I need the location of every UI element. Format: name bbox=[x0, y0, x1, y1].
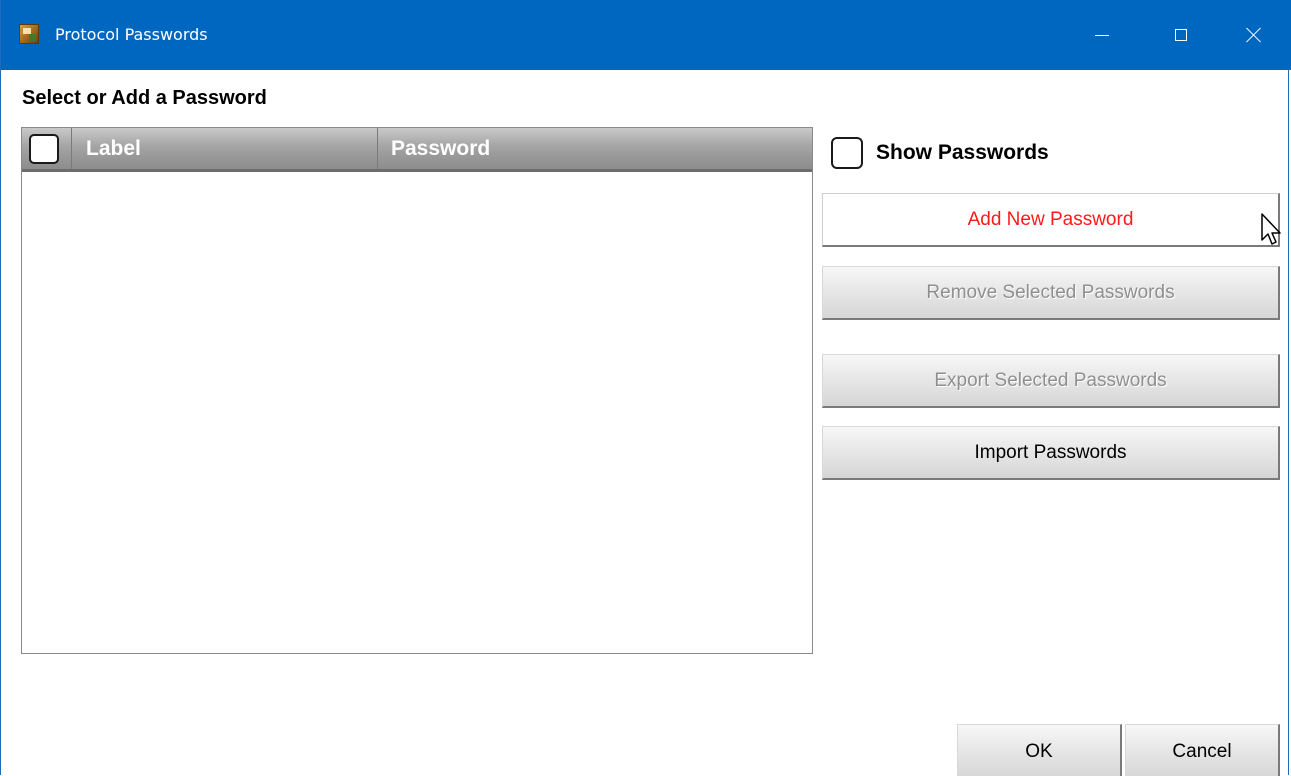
window-title: Protocol Passwords bbox=[55, 25, 208, 44]
column-header-password-text: Password bbox=[391, 137, 491, 160]
minimize-icon bbox=[1095, 34, 1109, 36]
password-table[interactable]: Label Password bbox=[21, 127, 813, 654]
maximize-icon bbox=[1175, 29, 1187, 41]
column-header-password[interactable]: Password bbox=[378, 128, 812, 169]
show-passwords-label: Show Passwords bbox=[876, 141, 1049, 164]
section-title: Select or Add a Password bbox=[22, 87, 267, 109]
mouse-cursor-icon bbox=[1261, 213, 1281, 245]
import-passwords-button[interactable]: Import Passwords bbox=[822, 426, 1280, 480]
export-selected-passwords-button[interactable]: Export Selected Passwords bbox=[822, 354, 1280, 408]
table-header: Label Password bbox=[22, 128, 812, 172]
show-passwords-checkbox[interactable] bbox=[831, 137, 863, 169]
app-icon bbox=[19, 24, 39, 44]
close-icon bbox=[1246, 27, 1262, 43]
minimize-button[interactable] bbox=[1067, 0, 1137, 70]
remove-selected-passwords-button[interactable]: Remove Selected Passwords bbox=[822, 266, 1280, 320]
column-header-label-text: Label bbox=[86, 137, 141, 160]
ok-button[interactable]: OK bbox=[957, 724, 1122, 776]
protocol-passwords-window: Protocol Passwords Select or Add a Passw… bbox=[0, 0, 1291, 776]
select-all-checkbox[interactable] bbox=[29, 134, 59, 164]
cancel-button[interactable]: Cancel bbox=[1125, 724, 1280, 776]
header-select-cell bbox=[22, 128, 72, 169]
add-new-password-button[interactable]: Add New Password bbox=[822, 193, 1280, 247]
maximize-button[interactable] bbox=[1146, 0, 1216, 70]
column-header-label[interactable]: Label bbox=[73, 128, 378, 169]
close-button[interactable] bbox=[1219, 0, 1289, 70]
title-bar[interactable]: Protocol Passwords bbox=[1, 0, 1291, 70]
